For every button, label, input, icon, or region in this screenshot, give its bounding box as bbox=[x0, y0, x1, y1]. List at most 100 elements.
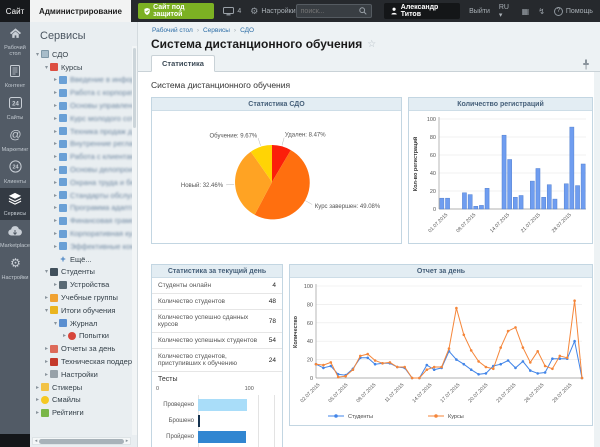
tree-item[interactable]: ▸Работа с корпоративным порталом bbox=[30, 86, 137, 99]
tree-item[interactable]: ▸Основы управления проектами bbox=[30, 99, 137, 112]
chevron-right-icon[interactable]: ▸ bbox=[43, 345, 50, 352]
chevron-down-icon[interactable]: ▾ bbox=[43, 307, 50, 314]
tree-item[interactable]: +Ещё... bbox=[30, 253, 137, 266]
topbar-settings-button[interactable]: ⚙ Настройки bbox=[250, 0, 295, 22]
favorite-star-icon[interactable]: ☆ bbox=[367, 39, 376, 50]
chevron-right-icon[interactable]: ▸ bbox=[34, 396, 41, 403]
tree-item[interactable]: ▾СДО bbox=[30, 48, 137, 61]
breadcrumb-sdo[interactable]: СДО bbox=[240, 27, 254, 34]
breadcrumb-services[interactable]: Сервисы bbox=[203, 27, 230, 34]
tree-item[interactable]: ▾Курсы bbox=[30, 61, 137, 74]
tree-item[interactable]: ▸Охрана труда и безопасность bbox=[30, 176, 137, 189]
chevron-right-icon[interactable]: ▸ bbox=[34, 384, 41, 391]
chevron-right-icon[interactable]: ▸ bbox=[52, 217, 59, 224]
chevron-right-icon[interactable]: ▸ bbox=[52, 179, 59, 186]
tree-item[interactable]: ▸Курс молодого сотрудника bbox=[30, 112, 137, 125]
rail-item-content[interactable]: Контент bbox=[0, 60, 30, 92]
hscroll-right-arrow-icon[interactable]: ▸ bbox=[124, 438, 130, 444]
breadcrumb-desktop[interactable]: Рабочий стол bbox=[152, 27, 193, 34]
tree-item[interactable]: ▸ Корпоративная культура bbox=[30, 227, 137, 240]
grid-icon[interactable]: ▦ bbox=[522, 7, 530, 16]
chevron-right-icon[interactable]: ▸ bbox=[52, 140, 59, 147]
chevron-right-icon[interactable]: ▸ bbox=[52, 102, 59, 109]
chevron-right-icon[interactable]: ▸ bbox=[52, 115, 59, 122]
chevron-right-icon[interactable]: ▸ bbox=[52, 204, 59, 211]
rail-item-sites[interactable]: 24Сайты bbox=[0, 92, 30, 124]
tree-item[interactable]: ▸Настройки bbox=[30, 368, 137, 381]
tree-item[interactable]: ▾Студенты bbox=[30, 266, 137, 279]
chevron-down-icon[interactable]: ▾ bbox=[34, 51, 41, 58]
content-icon bbox=[10, 64, 20, 82]
rail-item-settings[interactable]: ⚙Настройки bbox=[0, 252, 30, 284]
tree-item[interactable]: ▸Программа адаптации персонала bbox=[30, 202, 137, 215]
tree-item[interactable]: ▸Учебные группы bbox=[30, 291, 137, 304]
chevron-right-icon[interactable]: ▸ bbox=[52, 128, 59, 135]
tree-item[interactable]: ▸ Введение в информационную безопасность bbox=[30, 74, 137, 87]
tree-item[interactable]: ▸Работа с клиентами и CRM bbox=[30, 150, 137, 163]
chevron-right-icon[interactable]: ▸ bbox=[52, 243, 59, 250]
today-stat-row: Студенты онлайн4 bbox=[152, 278, 282, 294]
hotkeys-icon[interactable]: ↯ bbox=[538, 7, 545, 16]
tree-item[interactable]: ▸Финансовая грамотность bbox=[30, 214, 137, 227]
chevron-right-icon[interactable]: ▸ bbox=[34, 409, 41, 416]
rail-collapse-corner[interactable] bbox=[0, 434, 30, 447]
search-box[interactable] bbox=[296, 4, 372, 18]
sidebar-vscrollbar[interactable] bbox=[132, 46, 137, 435]
tree-item[interactable]: ▸Стандарты обслуживания bbox=[30, 189, 137, 202]
pin-icon[interactable] bbox=[582, 59, 590, 70]
breadcrumb: Рабочий стол › Сервисы › СДО bbox=[138, 22, 600, 34]
chevron-right-icon[interactable]: ▸ bbox=[52, 192, 59, 199]
tree-item[interactable]: ▸Попытки bbox=[30, 330, 137, 343]
tab-administration[interactable]: Администрирование bbox=[30, 0, 131, 22]
vscroll-thumb[interactable] bbox=[133, 48, 136, 128]
sidebar-hscrollbar[interactable]: ◂ ▸ bbox=[32, 437, 131, 445]
svg-text:05.07.2015: 05.07.2015 bbox=[327, 382, 349, 404]
rail-item-services[interactable]: Сервисы bbox=[0, 188, 30, 220]
site-protected-button[interactable]: Сайт под защитой bbox=[138, 3, 214, 19]
tree-item[interactable]: ▸Смайлы bbox=[30, 394, 137, 407]
rail-item-desktop[interactable]: Рабочий стол bbox=[0, 22, 30, 60]
chevron-right-icon[interactable]: ▸ bbox=[52, 230, 59, 237]
chevron-right-icon[interactable]: ▸ bbox=[52, 166, 59, 173]
tree-item[interactable]: ▸Техническая поддержка bbox=[30, 355, 137, 368]
logout-button[interactable]: Выйти bbox=[469, 0, 490, 22]
chevron-right-icon[interactable]: ▸ bbox=[43, 358, 50, 365]
chevron-right-icon[interactable]: ▸ bbox=[52, 76, 59, 83]
tools-icon bbox=[50, 370, 58, 378]
chevron-down-icon[interactable]: ▾ bbox=[52, 320, 59, 327]
help-button[interactable]: ? Помощь bbox=[554, 0, 593, 22]
tree-item-label: Корпоративная культура bbox=[70, 229, 137, 238]
hscroll-thumb[interactable] bbox=[39, 439, 124, 444]
tests-bar-label: Брошено bbox=[158, 418, 198, 424]
svg-text:24: 24 bbox=[12, 165, 19, 171]
search-icon[interactable] bbox=[359, 7, 367, 15]
language-selector[interactable]: RU ▾ bbox=[499, 0, 513, 22]
tab-statistics[interactable]: Статистика bbox=[151, 55, 215, 72]
monitor-counter[interactable]: 4 bbox=[223, 0, 241, 22]
chevron-down-icon[interactable]: ▾ bbox=[43, 268, 50, 275]
tree-item[interactable]: ▾Итоги обучения bbox=[30, 304, 137, 317]
chevron-right-icon[interactable]: ▸ bbox=[43, 294, 50, 301]
tree-item[interactable]: ▸Эффективные коммуникации bbox=[30, 240, 137, 253]
tree-item[interactable]: ▸Техника продаж для начинающих bbox=[30, 125, 137, 138]
user-button[interactable]: Александр Титов bbox=[384, 3, 460, 19]
tree-item[interactable]: ▸Основы делопроизводства bbox=[30, 163, 137, 176]
chevron-right-icon[interactable]: ▸ bbox=[52, 153, 59, 160]
search-input[interactable] bbox=[301, 8, 359, 15]
tree-item[interactable]: ▸Рейтинги bbox=[30, 406, 137, 419]
rail-item-clients[interactable]: 24Клиенты bbox=[0, 156, 30, 188]
chevron-down-icon[interactable]: ▾ bbox=[43, 64, 50, 71]
tree-item-label: Введение в информационную безопасность bbox=[70, 75, 137, 84]
chevron-right-icon[interactable]: ▸ bbox=[61, 332, 68, 339]
tree-item[interactable]: ▸Устройства bbox=[30, 278, 137, 291]
chevron-right-icon[interactable]: ▸ bbox=[52, 281, 59, 288]
tree-item[interactable]: ▸Стикеры bbox=[30, 381, 137, 394]
chevron-right-icon[interactable]: ▸ bbox=[52, 89, 59, 96]
tab-site[interactable]: Сайт bbox=[0, 0, 30, 22]
rail-item-marketing[interactable]: @Маркетинг bbox=[0, 124, 30, 156]
tree-item[interactable]: ▸Внутренние регламенты компании bbox=[30, 138, 137, 151]
chevron-right-icon[interactable]: ▸ bbox=[43, 371, 50, 378]
tree-item[interactable]: ▸Отчеты за день bbox=[30, 342, 137, 355]
rail-item-marketplace[interactable]: Marketplace bbox=[0, 220, 30, 252]
tree-item[interactable]: ▾Журнал bbox=[30, 317, 137, 330]
